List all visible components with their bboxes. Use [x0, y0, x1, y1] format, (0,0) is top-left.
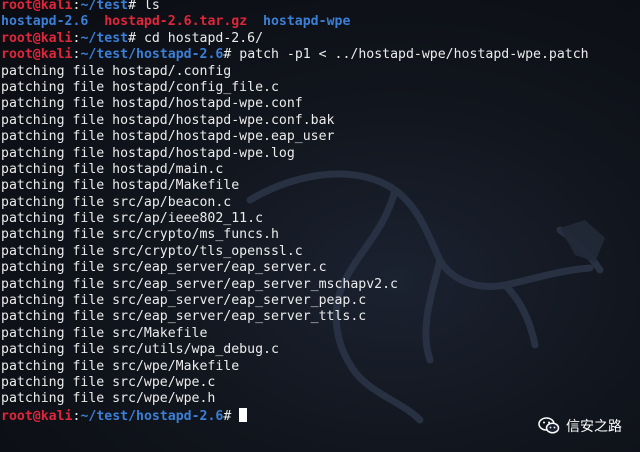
ls-entry-dir: hostapd-2.6: [1, 14, 89, 30]
ls-entry-dir: hostapd-wpe: [263, 14, 351, 30]
patch-output-line: patching file src/eap_server/eap_server_…: [1, 277, 640, 293]
terminal-window[interactable]: root@kali:~/test# ls hostapd-2.6 hostapd-…: [0, 0, 640, 452]
patch-output-line: patching file src/ap/ieee802_11.c: [1, 211, 640, 227]
prompt-line: root@kali:~/test# ls: [1, 0, 640, 14]
output-text: patching file hostapd/hostapd-wpe.conf.b…: [1, 112, 335, 128]
patch-output-line: patching file src/ap/beacon.c: [1, 195, 640, 211]
ls-entry-archive: hostapd-2.6.tar.gz: [104, 14, 248, 30]
patch-output-line: patching file hostapd/hostapd-wpe.eap_us…: [1, 129, 640, 145]
command-text: ls: [136, 0, 160, 13]
prompt-host: kali: [40, 30, 73, 46]
output-text: patching file hostapd/Makefile: [1, 178, 240, 194]
output-text: patching file src/utils/wpa_debug.c: [1, 342, 279, 358]
output-text: patching file src/crypto/ms_funcs.h: [1, 227, 279, 243]
patch-output-line: patching file hostapd/main.c: [1, 162, 640, 178]
patch-output-line: patching file hostapd/hostapd-wpe.conf: [1, 96, 640, 112]
patch-output-line: patching file src/crypto/tls_openssl.c: [1, 244, 640, 260]
patch-output-line: patching file src/eap_server/eap_server_…: [1, 293, 640, 309]
prompt-at: @: [32, 408, 41, 424]
patch-output-line: patching file hostapd/Makefile: [1, 178, 640, 194]
output-text: patching file src/wpe/wpe.h: [1, 391, 216, 407]
prompt-host: kali: [40, 47, 73, 63]
watermark-text: 信安之路: [566, 419, 622, 435]
patch-output-line: patching file hostapd/.config: [1, 64, 640, 80]
patch-output-line: patching file src/wpe/wpe.c: [1, 375, 640, 391]
prompt-at: @: [32, 30, 41, 46]
prompt-line: root@kali:~/test# cd hostapd-2.6/: [1, 31, 640, 47]
patch-output-line: patching file src/eap_server/eap_server.…: [1, 260, 640, 276]
prompt-path: ~/test/hostapd-2.6: [80, 408, 224, 424]
output-text: patching file hostapd/config_file.c: [1, 79, 279, 95]
wechat-icon: [538, 417, 560, 434]
prompt-user: root: [1, 30, 33, 46]
patch-output-line: patching file src/wpe/wpe.h: [1, 391, 640, 407]
output-text: patching file src/ap/beacon.c: [1, 194, 232, 210]
prompt-at: @: [32, 47, 41, 63]
command-text: patch -p1 < ../hostapd-wpe/hostapd-wpe.p…: [231, 47, 589, 63]
output-text: patching file hostapd/hostapd-wpe.log: [1, 145, 295, 161]
output-text: patching file src/crypto/tls_openssl.c: [1, 243, 303, 259]
prompt-host: kali: [40, 408, 73, 424]
output-text: patching file src/Makefile: [1, 325, 208, 341]
text-cursor[interactable]: [239, 407, 248, 422]
command-text: cd hostapd-2.6/: [136, 30, 264, 46]
patch-output-line: patching file src/wpe/Makefile: [1, 359, 640, 375]
prompt-path: ~/test: [80, 0, 129, 13]
watermark: 信安之路: [538, 416, 622, 436]
patch-output-line: patching file hostapd/hostapd-wpe.log: [1, 146, 640, 162]
output-text: patching file src/eap_server/eap_server_…: [1, 309, 367, 325]
output-text: patching file src/eap_server/eap_server.…: [1, 260, 327, 276]
command-text: [231, 409, 239, 424]
patch-output-line: patching file src/Makefile: [1, 326, 640, 342]
patch-output-line: patching file hostapd/hostapd-wpe.conf.b…: [1, 113, 640, 129]
patch-output-line: patching file hostapd/config_file.c: [1, 80, 640, 96]
output-text: patching file src/eap_server/eap_server_…: [1, 293, 367, 309]
prompt-user: root: [1, 408, 33, 424]
prompt-symbol: #: [128, 0, 137, 13]
prompt-user: root: [1, 0, 33, 13]
patch-output-line: patching file src/utils/wpa_debug.c: [1, 342, 640, 358]
prompt-line: root@kali:~/test/hostapd-2.6# patch -p1 …: [1, 47, 640, 63]
output-text: patching file hostapd/hostapd-wpe.conf: [1, 96, 303, 112]
patch-output-line: patching file src/eap_server/eap_server_…: [1, 309, 640, 325]
output-text: patching file src/ap/ieee802_11.c: [1, 211, 264, 227]
prompt-user: root: [1, 47, 33, 63]
prompt-at: @: [32, 0, 41, 13]
prompt-symbol: #: [128, 30, 137, 46]
output-text: patching file hostapd/.config: [1, 63, 232, 79]
output-text: patching file src/eap_server/eap_server_…: [1, 276, 398, 292]
terminal-output: root@kali:~/test# ls hostapd-2.6 hostapd-…: [1, 0, 640, 424]
prompt-path: ~/test/hostapd-2.6: [80, 47, 224, 63]
patch-output-line: patching file src/crypto/ms_funcs.h: [1, 227, 640, 243]
prompt-host: kali: [40, 0, 73, 13]
prompt-path: ~/test: [80, 30, 129, 46]
output-text: patching file src/wpe/wpe.c: [1, 374, 216, 390]
ls-output-line: hostapd-2.6 hostapd-2.6.tar.gz hostapd-w…: [1, 14, 640, 30]
output-text: patching file hostapd/hostapd-wpe.eap_us…: [1, 129, 335, 145]
output-text: patching file src/wpe/Makefile: [1, 358, 240, 374]
output-text: patching file hostapd/main.c: [1, 161, 224, 177]
